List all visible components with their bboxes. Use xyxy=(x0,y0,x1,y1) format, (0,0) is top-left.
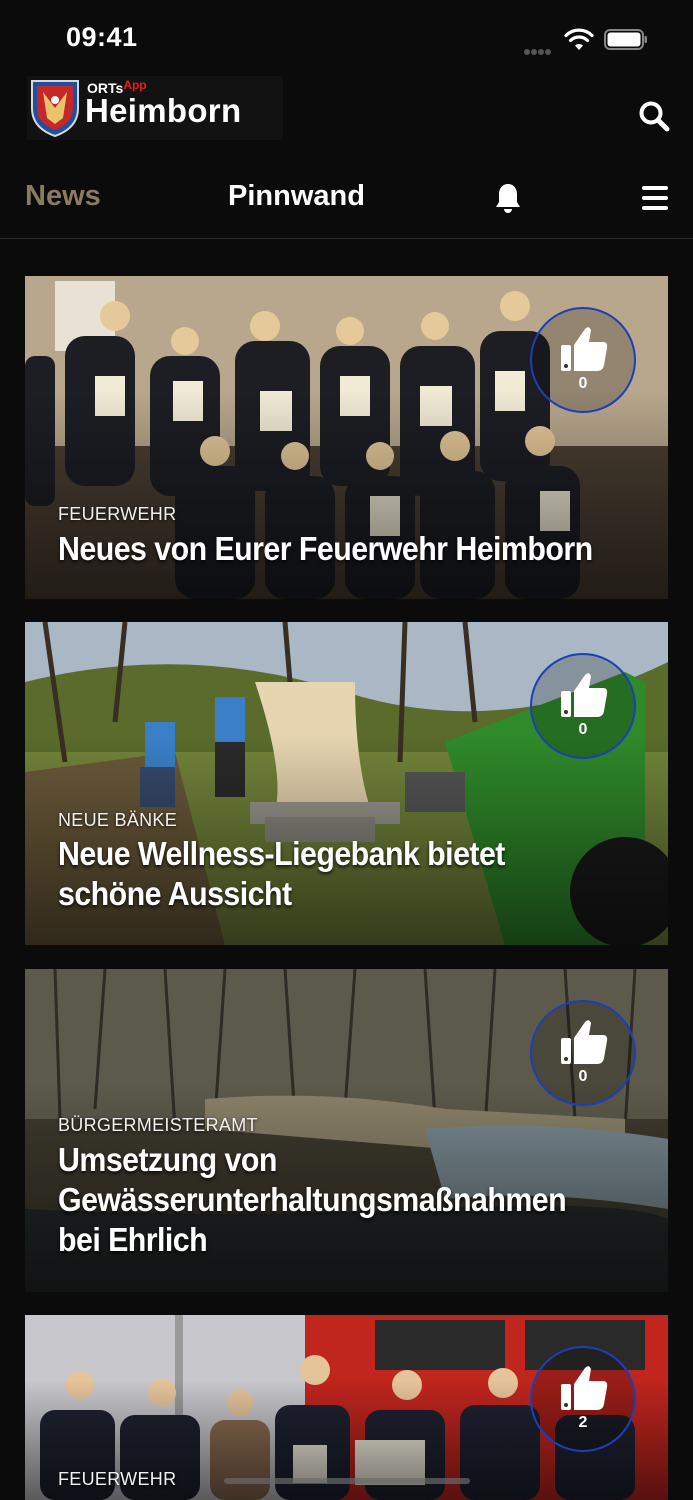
status-time: 09:41 xyxy=(66,22,138,52)
card-title: Umsetzung von Gewässerunterhaltungsmaßna… xyxy=(58,1141,567,1258)
like-count: 0 xyxy=(578,721,588,738)
logo-title: Heimborn xyxy=(85,92,242,129)
thumbs-up-icon xyxy=(561,327,608,371)
like-count: 2 xyxy=(578,1414,588,1431)
thumbs-up-icon xyxy=(561,1020,608,1064)
wifi-icon xyxy=(564,28,594,50)
news-card[interactable]: 0 NEUE BÄNKE Neue Wellness-Liegebank bie… xyxy=(25,622,668,945)
hamburger-menu-icon[interactable] xyxy=(642,186,668,210)
like-button[interactable]: 0 xyxy=(530,653,636,759)
battery-icon xyxy=(604,29,647,50)
tab-pinnwand[interactable]: Pinnwand xyxy=(228,180,365,213)
like-button[interactable]: 0 xyxy=(530,1000,636,1106)
news-card[interactable]: 0 BÜRGERMEISTERAMT Umsetzung von Gewässe… xyxy=(25,969,668,1292)
news-card[interactable]: 2 FEUERWEHR xyxy=(25,1315,668,1500)
app-logo[interactable]: ORTsApp Heimborn xyxy=(27,76,283,140)
home-indicator xyxy=(224,1478,470,1484)
tab-bar: News Pinnwand xyxy=(0,162,693,239)
thumbs-up-icon xyxy=(561,1366,608,1410)
card-category: BÜRGERMEISTERAMT xyxy=(58,1115,258,1135)
card-category: FEUERWEHR xyxy=(58,504,177,524)
like-button[interactable]: 0 xyxy=(530,307,636,413)
search-icon[interactable] xyxy=(638,100,670,132)
like-count: 0 xyxy=(578,375,588,392)
card-category: FEUERWEHR xyxy=(58,1469,177,1489)
tab-news[interactable]: News xyxy=(25,180,101,213)
like-count: 0 xyxy=(578,1068,588,1085)
news-card[interactable]: 0 FEUERWEHR Neues von Eurer Feuerwehr He… xyxy=(25,276,668,599)
like-button[interactable]: 2 xyxy=(530,1346,636,1452)
status-bar: 09:41 xyxy=(0,0,693,80)
card-title: Neue Wellness-Liegebank bietet schöne Au… xyxy=(58,835,505,912)
card-title: Neues von Eurer Feuerwehr Heimborn xyxy=(58,530,593,567)
cellular-signal-icon xyxy=(524,42,558,55)
app-header: ORTsApp Heimborn xyxy=(0,76,693,142)
bell-icon[interactable] xyxy=(494,182,522,214)
coat-of-arms-icon xyxy=(31,80,79,138)
card-category: NEUE BÄNKE xyxy=(58,810,178,830)
thumbs-up-icon xyxy=(561,673,608,717)
